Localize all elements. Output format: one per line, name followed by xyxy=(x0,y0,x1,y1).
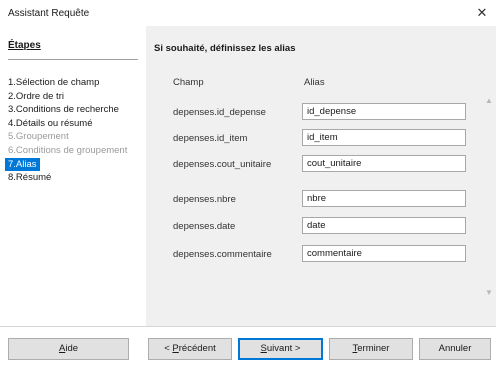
next-button[interactable]: Suivant > xyxy=(238,338,323,360)
field-label: depenses.id_item xyxy=(173,133,248,144)
vertical-scrollbar[interactable]: ▲ ▼ xyxy=(482,86,496,298)
field-label: depenses.cout_unitaire xyxy=(173,159,272,170)
step-item-alias[interactable]: 7.Alias xyxy=(5,157,130,172)
steps-heading: Étapes xyxy=(8,40,41,51)
step-item-selection-champ[interactable]: 1.Sélection de champ xyxy=(5,76,130,90)
steps-divider xyxy=(8,59,138,60)
step-list: 1.Sélection de champ 2.Ordre de tri 3.Co… xyxy=(5,76,130,185)
chevron-down-icon[interactable]: ▼ xyxy=(484,288,494,298)
column-header-field: Champ xyxy=(173,77,204,88)
chevron-up-icon[interactable]: ▲ xyxy=(484,96,494,106)
section-title: Si souhaité, définissez les alias xyxy=(154,43,296,54)
step-item-details-resume[interactable]: 4.Détails ou résumé xyxy=(5,117,130,131)
help-button[interactable]: Aide xyxy=(8,338,129,360)
step-item-conditions-recherche[interactable]: 3.Conditions de recherche xyxy=(5,103,130,117)
window-title: Assistant Requête xyxy=(8,8,90,19)
step-item-groupement: 5.Groupement xyxy=(8,131,69,143)
step-item-ordre-tri[interactable]: 2.Ordre de tri xyxy=(5,90,130,104)
field-label: depenses.date xyxy=(173,221,236,232)
title-bar: Assistant Requête ✕ xyxy=(0,0,496,26)
alias-input-commentaire[interactable] xyxy=(302,245,466,262)
alias-input-cout-unitaire[interactable] xyxy=(302,155,466,172)
close-icon[interactable]: ✕ xyxy=(474,5,490,21)
field-label: depenses.id_depense xyxy=(173,107,266,118)
alias-input-nbre[interactable] xyxy=(302,190,466,207)
alias-input-id-depense[interactable] xyxy=(302,103,466,120)
step-item-resume[interactable]: 8.Résumé xyxy=(5,171,130,185)
field-label: depenses.commentaire xyxy=(173,249,272,260)
finish-button[interactable]: Terminer xyxy=(329,338,413,360)
footer-divider xyxy=(0,326,496,327)
alias-panel: Si souhaité, définissez les alias Champ … xyxy=(146,26,496,326)
column-header-alias: Alias xyxy=(304,77,325,88)
field-label: depenses.nbre xyxy=(173,194,236,205)
step-item-conditions-groupement: 6.Conditions de groupement xyxy=(8,144,128,156)
previous-button[interactable]: < Précédent xyxy=(148,338,232,360)
alias-input-date[interactable] xyxy=(302,217,466,234)
cancel-button[interactable]: Annuler xyxy=(419,338,491,360)
steps-panel: Étapes 1.Sélection de champ 2.Ordre de t… xyxy=(0,26,141,326)
alias-input-id-item[interactable] xyxy=(302,129,466,146)
